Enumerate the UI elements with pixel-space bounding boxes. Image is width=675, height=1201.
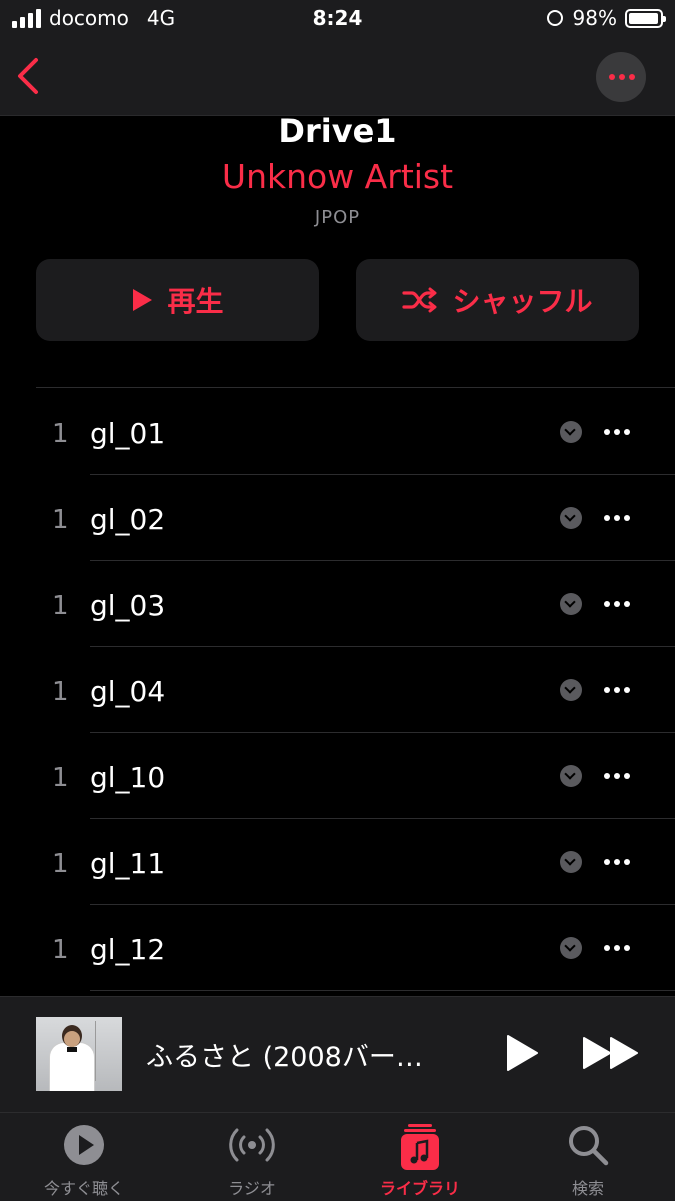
track-number: 1 [52,505,69,535]
shuffle-button-label: シャッフル [452,285,593,318]
track-more-button[interactable] [604,515,630,521]
play-circle-icon [64,1125,104,1165]
track-more-button[interactable] [604,601,630,607]
downloaded-icon [560,421,582,443]
track-title: gl_10 [90,761,166,794]
downloaded-icon [560,937,582,959]
album-title: Drive1 [278,112,397,150]
downloaded-icon [560,507,582,529]
tab-radio[interactable]: ラジオ [168,1113,336,1201]
album-artwork [36,1017,122,1091]
play-button[interactable]: 再生 [36,259,319,341]
track-number: 1 [52,419,69,449]
track-row[interactable]: 1 gl_02 [0,475,675,561]
track-number: 1 [52,849,69,879]
shuffle-icon [402,287,437,313]
library-icon [401,1124,439,1170]
tab-library[interactable]: ライブラリ [336,1113,504,1201]
track-row[interactable]: 1 gl_11 [0,819,675,905]
alarm-icon [546,10,563,26]
downloaded-icon [560,679,582,701]
next-track-button[interactable] [582,1035,640,1071]
chevron-left-icon [18,58,38,94]
track-row[interactable]: 1 gl_03 [0,561,675,647]
track-title: gl_11 [90,847,166,880]
row-separator [90,990,675,991]
track-more-button[interactable] [604,773,630,779]
track-number: 1 [52,935,69,965]
tab-label: ラジオ [228,1179,276,1198]
track-title: gl_02 [90,503,166,536]
artist-link[interactable]: Unknow Artist [0,157,675,196]
divider [36,387,675,388]
radio-icon [229,1128,275,1162]
track-more-button[interactable] [604,945,630,951]
search-icon [569,1126,609,1166]
ellipsis-icon [609,74,635,80]
tab-label: ライブラリ [379,1179,460,1198]
more-options-button[interactable] [596,52,646,102]
track-more-button[interactable] [604,429,630,435]
navigation-bar [0,38,675,116]
downloaded-icon [560,593,582,615]
downloaded-icon [560,851,582,873]
track-row[interactable]: 1 gl_12 [0,905,675,991]
status-bar: docomo 4G 8:24 98% [0,0,675,38]
battery-percent: 98% [572,6,617,30]
track-title: gl_03 [90,589,166,622]
play-icon [507,1035,538,1071]
track-row[interactable]: 1 gl_01 [0,389,675,475]
downloaded-icon [560,765,582,787]
tab-label: 検索 [571,1179,604,1198]
track-row[interactable]: 1 gl_04 [0,647,675,733]
tab-bar: 今すぐ聴く ラジオ ライブラリ 検索 [0,1112,675,1201]
track-title: gl_12 [90,933,166,966]
tab-search[interactable]: 検索 [504,1113,672,1201]
mini-play-button[interactable] [504,1033,540,1073]
track-more-button[interactable] [604,687,630,693]
track-more-button[interactable] [604,859,630,865]
tab-label: 今すぐ聴く [43,1179,124,1198]
track-title: gl_04 [90,675,166,708]
battery-icon [625,8,666,28]
track-title: gl_01 [90,417,166,450]
tab-listen-now[interactable]: 今すぐ聴く [0,1113,168,1201]
play-button-label: 再生 [167,285,224,318]
mini-player[interactable]: ふるさと (2008バー… [0,996,675,1113]
now-playing-title: ふるさと (2008バー… [146,1042,423,1073]
back-button[interactable] [14,56,44,96]
shuffle-button[interactable]: シャッフル [356,259,639,341]
fast-forward-icon [583,1037,638,1069]
track-row[interactable]: 1 gl_10 [0,733,675,819]
track-number: 1 [52,591,69,621]
track-number: 1 [52,763,69,793]
track-number: 1 [52,677,69,707]
play-icon [133,289,153,311]
genre-label: JPOP [314,207,361,228]
